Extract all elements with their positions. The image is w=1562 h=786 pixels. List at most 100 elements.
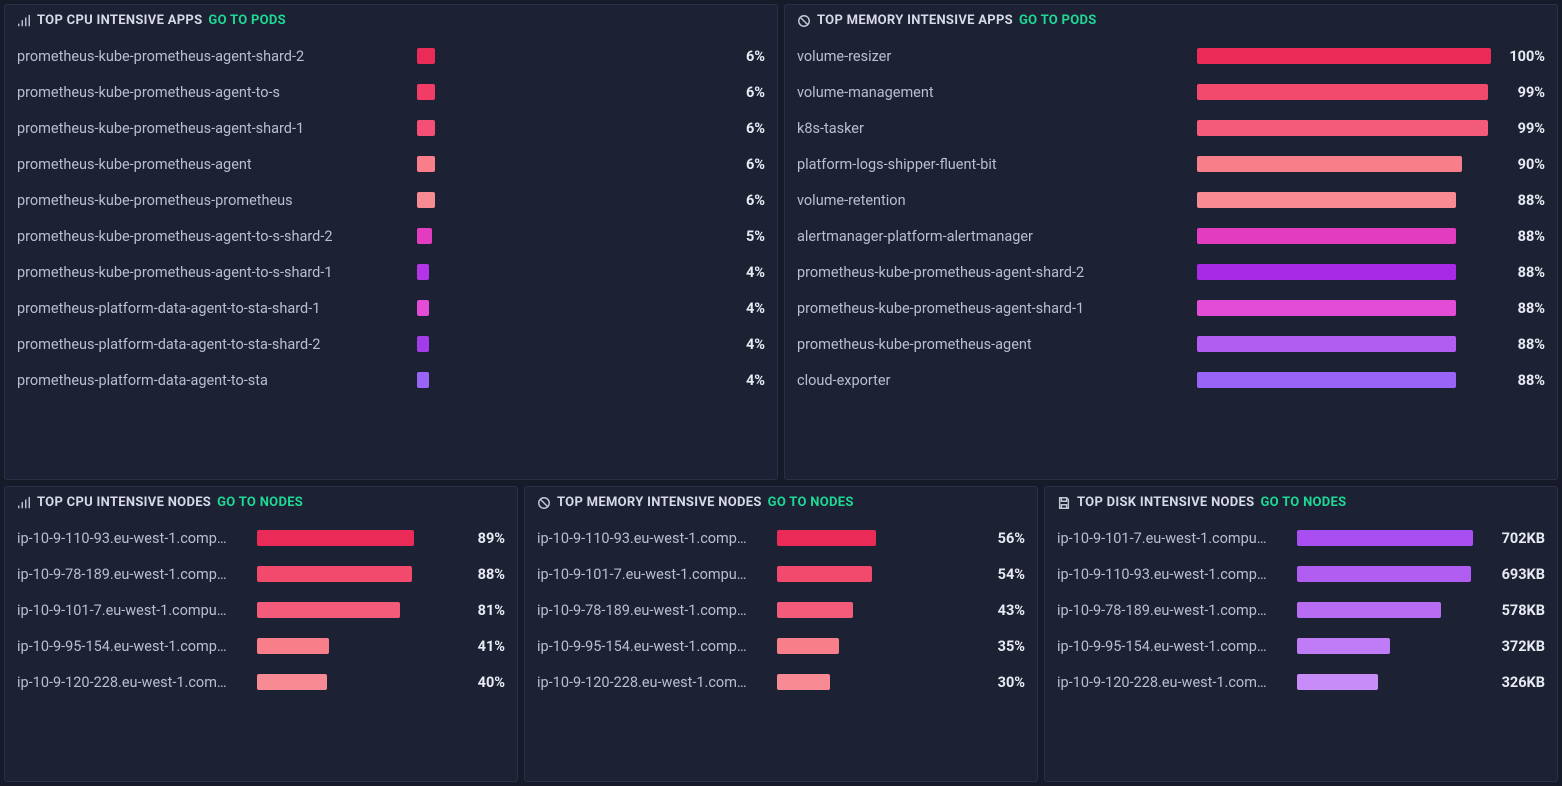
bar-track — [257, 674, 433, 690]
item-name: cloud-exporter — [797, 372, 1197, 389]
bar-fill — [1197, 84, 1488, 100]
list-item[interactable]: prometheus-kube-prometheus-agent-shard-2… — [797, 254, 1545, 290]
bar-track — [417, 372, 711, 388]
go-to-nodes-link[interactable]: GO TO NODES — [768, 495, 854, 510]
bar-fill — [777, 566, 872, 582]
item-value: 578KB — [1473, 602, 1545, 619]
item-value: 88% — [1491, 228, 1545, 245]
panel-header: TOP MEMORY INTENSIVE NODES GO TO NODES — [525, 487, 1037, 518]
list-item[interactable]: ip-10-9-101-7.eu-west-1.compu…702KB — [1057, 520, 1545, 556]
bar-fill — [1197, 300, 1456, 316]
item-name: ip-10-9-120-228.eu-west-1.com… — [537, 674, 777, 691]
item-name: prometheus-kube-prometheus-agent — [797, 336, 1197, 353]
bar-track — [417, 228, 711, 244]
bar-track — [257, 566, 433, 582]
list-item[interactable]: ip-10-9-78-189.eu-west-1.comp…43% — [537, 592, 1025, 628]
list-item[interactable]: prometheus-kube-prometheus-agent-to-s-sh… — [17, 218, 765, 254]
bar-track — [777, 566, 953, 582]
list-item[interactable]: prometheus-kube-prometheus-agent-to-s 6% — [17, 74, 765, 110]
list-item[interactable]: prometheus-kube-prometheus-agent6% — [17, 146, 765, 182]
bar-track — [777, 638, 953, 654]
bar-track — [1197, 228, 1491, 244]
item-value: 6% — [711, 156, 765, 173]
go-to-pods-link[interactable]: GO TO PODS — [208, 13, 286, 28]
bar-fill — [417, 48, 435, 64]
panel-mem-nodes: TOP MEMORY INTENSIVE NODES GO TO NODES i… — [524, 486, 1038, 782]
list-item[interactable]: prometheus-platform-data-agent-to-sta-sh… — [17, 290, 765, 326]
list-item[interactable]: ip-10-9-120-228.eu-west-1.com… 30% — [537, 664, 1025, 700]
item-value: 56% — [953, 530, 1025, 547]
bar-track — [1197, 300, 1491, 316]
bar-track — [1197, 48, 1491, 64]
item-name: platform-logs-shipper-fluent-bit — [797, 156, 1197, 173]
item-value: 4% — [711, 264, 765, 281]
list-item[interactable]: platform-logs-shipper-fluent-bit90% — [797, 146, 1545, 182]
list-item[interactable]: prometheus-kube-prometheus-prometheus6% — [17, 182, 765, 218]
list-item[interactable]: ip-10-9-110-93.eu-west-1.comp…693KB — [1057, 556, 1545, 592]
list-item[interactable]: ip-10-9-110-93.eu-west-1.comp…89% — [17, 520, 505, 556]
list-item[interactable]: prometheus-platform-data-agent-to-sta-sh… — [17, 326, 765, 362]
item-name: prometheus-kube-prometheus-agent-shard-1 — [17, 120, 417, 137]
list-item[interactable]: ip-10-9-120-228.eu-west-1.com…326KB — [1057, 664, 1545, 700]
go-to-pods-link[interactable]: GO TO PODS — [1019, 13, 1097, 28]
list-item[interactable]: ip-10-9-101-7.eu-west-1.compu…54% — [537, 556, 1025, 592]
bar-fill — [257, 530, 414, 546]
bar-track — [417, 156, 711, 172]
list-item[interactable]: ip-10-9-110-93.eu-west-1.comp…56% — [537, 520, 1025, 556]
bar-fill — [1197, 192, 1456, 208]
item-name: ip-10-9-78-189.eu-west-1.comp… — [537, 602, 777, 619]
list-item[interactable]: ip-10-9-120-228.eu-west-1.com…40% — [17, 664, 505, 700]
bar-track — [257, 602, 433, 618]
list-item[interactable]: ip-10-9-95-154.eu-west-1.comp…41% — [17, 628, 505, 664]
item-name: ip-10-9-110-93.eu-west-1.comp… — [17, 530, 257, 547]
item-name: ip-10-9-120-228.eu-west-1.com… — [1057, 674, 1297, 691]
panel-cpu-apps: TOP CPU INTENSIVE APPS GO TO PODS promet… — [4, 4, 778, 480]
item-value: 88% — [1491, 372, 1545, 389]
list-item[interactable]: prometheus-platform-data-agent-to-sta4% — [17, 362, 765, 398]
panel-title: TOP CPU INTENSIVE APPS — [37, 13, 202, 28]
panel-title: TOP MEMORY INTENSIVE APPS — [817, 13, 1013, 28]
rows-disk-nodes: ip-10-9-101-7.eu-west-1.compu…702KBip-10… — [1045, 518, 1557, 710]
list-item[interactable]: cloud-exporter 88% — [797, 362, 1545, 398]
item-name: volume-retention — [797, 192, 1197, 209]
bar-track — [777, 602, 953, 618]
block-icon — [537, 496, 551, 510]
item-value: 6% — [711, 84, 765, 101]
item-name: prometheus-kube-prometheus-agent-to-s — [17, 84, 417, 101]
bar-track — [1197, 84, 1491, 100]
list-item[interactable]: k8s-tasker99% — [797, 110, 1545, 146]
item-name: prometheus-kube-prometheus-prometheus — [17, 192, 417, 209]
list-item[interactable]: volume-management99% — [797, 74, 1545, 110]
panel-title: TOP MEMORY INTENSIVE NODES — [557, 495, 762, 510]
item-name: ip-10-9-101-7.eu-west-1.compu… — [537, 566, 777, 583]
go-to-nodes-link[interactable]: GO TO NODES — [1260, 495, 1346, 510]
bar-fill — [1197, 48, 1491, 64]
list-item[interactable]: ip-10-9-78-189.eu-west-1.comp…88% — [17, 556, 505, 592]
list-item[interactable]: ip-10-9-101-7.eu-west-1.compu…81% — [17, 592, 505, 628]
list-item[interactable]: prometheus-kube-prometheus-agent-shard-2… — [17, 38, 765, 74]
bar-fill — [777, 674, 830, 690]
list-item[interactable]: prometheus-kube-prometheus-agent-to-s-sh… — [17, 254, 765, 290]
item-value: 88% — [433, 566, 505, 583]
block-icon — [797, 14, 811, 28]
bar-fill — [777, 530, 876, 546]
list-item[interactable]: volume-retention88% — [797, 182, 1545, 218]
list-item[interactable]: prometheus-kube-prometheus-agent88% — [797, 326, 1545, 362]
go-to-nodes-link[interactable]: GO TO NODES — [217, 495, 303, 510]
list-item[interactable]: ip-10-9-95-154.eu-west-1.comp…35% — [537, 628, 1025, 664]
panel-header: TOP CPU INTENSIVE NODES GO TO NODES — [5, 487, 517, 518]
list-item[interactable]: ip-10-9-95-154.eu-west-1.comp…372KB — [1057, 628, 1545, 664]
bar-fill — [1197, 156, 1462, 172]
item-name: volume-management — [797, 84, 1197, 101]
item-value: 702KB — [1473, 530, 1545, 547]
panel-header: TOP DISK INTENSIVE NODES GO TO NODES — [1045, 487, 1557, 518]
list-item[interactable]: prometheus-kube-prometheus-agent-shard-1… — [17, 110, 765, 146]
list-item[interactable]: prometheus-kube-prometheus-agent-shard-1… — [797, 290, 1545, 326]
list-item[interactable]: alertmanager-platform-alertmanager88% — [797, 218, 1545, 254]
item-value: 100% — [1491, 48, 1545, 65]
list-item[interactable]: ip-10-9-78-189.eu-west-1.comp…578KB — [1057, 592, 1545, 628]
panel-disk-nodes: TOP DISK INTENSIVE NODES GO TO NODES ip-… — [1044, 486, 1558, 782]
bar-fill — [1297, 638, 1390, 654]
list-item[interactable]: volume-resizer100% — [797, 38, 1545, 74]
item-value: 30% — [953, 674, 1025, 691]
